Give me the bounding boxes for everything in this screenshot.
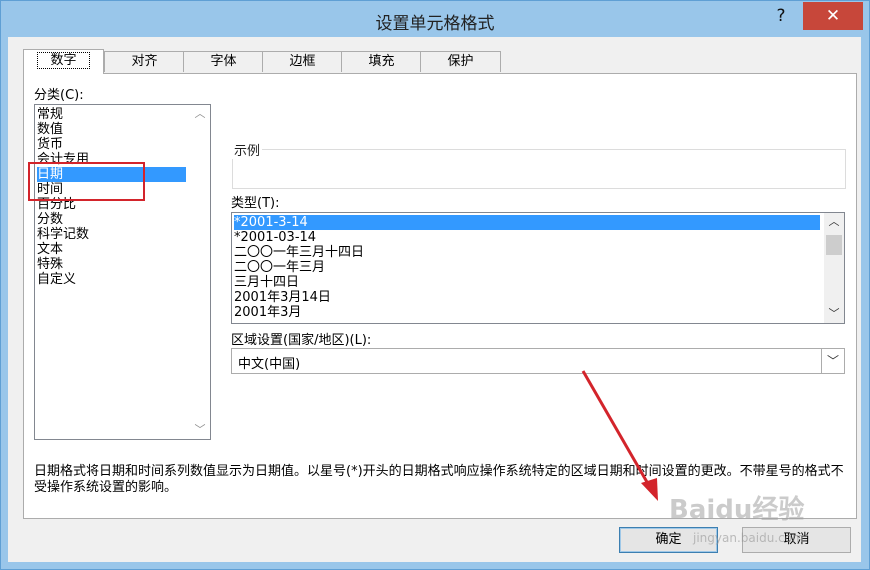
tab-number[interactable]: 数字 bbox=[23, 49, 104, 74]
sample-label: 示例 bbox=[232, 140, 263, 159]
watermark-brand: Baidu经验 bbox=[669, 495, 805, 525]
tab-number-label: 数字 bbox=[37, 52, 90, 69]
watermark-url: jingyan.baidu.com bbox=[693, 531, 804, 545]
annotation-arrow-head bbox=[641, 478, 658, 501]
annotation-arrow-shaft bbox=[581, 370, 653, 490]
annotation-arrow bbox=[581, 370, 658, 501]
dialog-window: 设置单元格格式 ? ✕ 数字 对齐 字体 边框 填充 保护 分类(C): 常规 … bbox=[0, 0, 870, 570]
